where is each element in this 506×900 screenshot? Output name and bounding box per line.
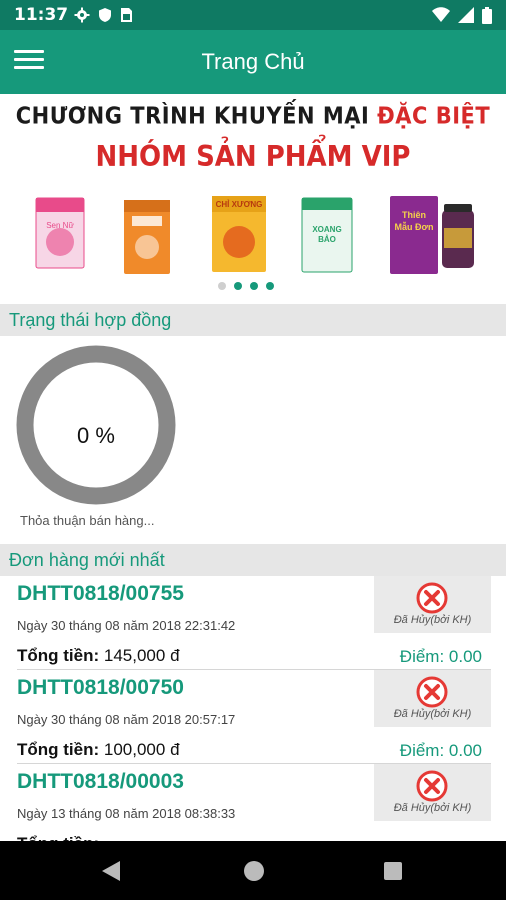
contract-section-header: Trạng thái hợp đồng bbox=[0, 304, 506, 336]
order-total-value: 145,000 đ bbox=[103, 646, 180, 665]
page-title: Trang Chủ bbox=[201, 49, 305, 74]
carousel-dot-active[interactable] bbox=[250, 282, 258, 290]
carousel-indicator bbox=[218, 282, 274, 290]
order-id: DHTT0818/00755 bbox=[17, 582, 184, 605]
cancel-icon bbox=[416, 676, 448, 708]
promo-banner[interactable]: CHƯƠNG TRÌNH KHUYẾN MẠI ĐẶC BIỆT NHÓM SẢ… bbox=[0, 94, 506, 304]
order-date: Ngày 13 tháng 08 năm 2018 08:38:33 bbox=[17, 806, 236, 821]
orders-section-header: Đơn hàng mới nhất bbox=[0, 544, 506, 576]
order-id: DHTT0818/00003 bbox=[17, 770, 184, 793]
order-item[interactable]: DHTT0818/00755 Ngày 30 tháng 08 năm 2018… bbox=[0, 576, 506, 670]
carousel-dot-active[interactable] bbox=[234, 282, 242, 290]
promo-headline-prefix: CHƯƠNG TRÌNH KHUYẾN MẠI bbox=[15, 102, 370, 130]
product-image: XOANG BẢO bbox=[301, 197, 353, 273]
svg-text:Mẫu Đơn: Mẫu Đơn bbox=[395, 222, 434, 232]
svg-text:CHỈ XƯƠNG: CHỈ XƯƠNG bbox=[216, 200, 263, 209]
sim-card-icon bbox=[121, 8, 132, 22]
order-date: Ngày 30 tháng 08 năm 2018 22:31:42 bbox=[17, 618, 236, 633]
status-left-icons bbox=[74, 7, 133, 23]
order-points: Điểm: 0.00 bbox=[399, 647, 482, 666]
product-image: Sen Nữ bbox=[35, 197, 85, 269]
promo-headline: CHƯƠNG TRÌNH KHUYẾN MẠI ĐẶC BIỆT bbox=[0, 103, 506, 129]
svg-text:Thiên: Thiên bbox=[402, 210, 426, 220]
progress-percent: 0 % bbox=[77, 423, 115, 448]
promo-headline-highlight: ĐẶC BIỆT bbox=[377, 102, 491, 130]
order-status-text: Đã Hủy(bởi KH) bbox=[393, 802, 472, 814]
order-status-box: Đã Hủy(bởi KH) bbox=[374, 670, 491, 727]
order-total: Tổng tiền: 100,000 đ bbox=[17, 740, 180, 760]
recents-icon[interactable] bbox=[383, 861, 403, 881]
shield-icon bbox=[99, 8, 111, 22]
svg-text:XOANG: XOANG bbox=[312, 225, 341, 234]
order-total-value: 100,000 đ bbox=[103, 740, 180, 759]
back-icon[interactable] bbox=[100, 859, 122, 883]
order-id: DHTT0818/00750 bbox=[17, 676, 184, 699]
order-date: Ngày 30 tháng 08 năm 2018 20:57:17 bbox=[17, 712, 236, 727]
carousel-dot-active[interactable] bbox=[266, 282, 274, 290]
gear-icon bbox=[74, 7, 90, 23]
status-time: 11:37 bbox=[14, 5, 69, 25]
signal-icon bbox=[458, 7, 474, 23]
svg-text:Sen Nữ: Sen Nữ bbox=[46, 221, 74, 230]
home-icon[interactable] bbox=[243, 860, 265, 882]
product-images: Sen Nữ CHỈ XƯƠNG XOANG BẢO Thiên Mẫu Đơn bbox=[35, 196, 474, 274]
carousel-dot[interactable] bbox=[218, 282, 226, 290]
battery-icon bbox=[482, 7, 492, 24]
svg-text:BẢO: BẢO bbox=[318, 235, 336, 244]
contract-progress-donut: 0 % bbox=[16, 345, 176, 510]
order-total: Tổng tiền: 145,000 đ bbox=[17, 646, 180, 666]
order-status-text: Đã Hủy(bởi KH) bbox=[393, 708, 472, 720]
order-status-text: Đã Hủy(bởi KH) bbox=[393, 614, 472, 626]
status-bar: 11:37 bbox=[0, 0, 506, 30]
product-image bbox=[124, 200, 170, 274]
order-total-label: Tổng tiền: bbox=[17, 646, 100, 665]
product-image: CHỈ XƯƠNG bbox=[212, 196, 266, 272]
promo-subheadline: NHÓM SẢN PHẨM VIP bbox=[95, 140, 411, 174]
wifi-icon bbox=[432, 7, 450, 22]
product-image: Thiên Mẫu Đơn bbox=[390, 196, 474, 274]
app-bar: Trang Chủ bbox=[0, 30, 506, 94]
status-right-icons bbox=[432, 7, 492, 24]
order-status-box: Đã Hủy(bởi KH) bbox=[374, 576, 491, 633]
contract-status-panel[interactable]: 0 % Thỏa thuận bán hàng... bbox=[0, 336, 506, 544]
cancel-icon bbox=[416, 770, 448, 802]
order-points: Điểm: 0.00 bbox=[399, 741, 482, 760]
cancel-icon bbox=[416, 582, 448, 614]
order-status-box: Đã Hủy(bởi KH) bbox=[374, 764, 491, 821]
order-total-label: Tổng tiền: bbox=[17, 740, 100, 759]
system-nav-bar bbox=[0, 841, 506, 900]
contract-caption: Thỏa thuận bán hàng... bbox=[20, 513, 155, 528]
order-item[interactable]: DHTT0818/00750 Ngày 30 tháng 08 năm 2018… bbox=[0, 670, 506, 764]
